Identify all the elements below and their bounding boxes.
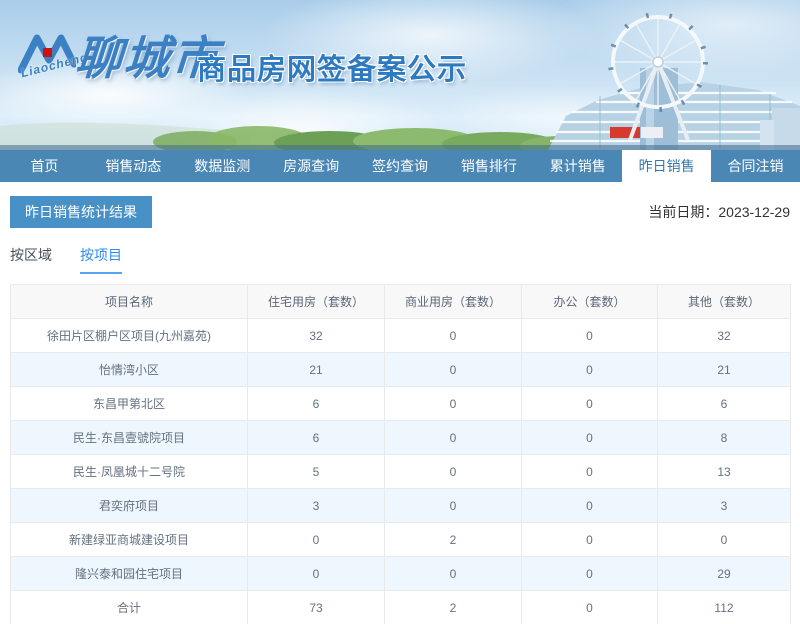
table-row: 怡情湾小区 21 0 0 21 xyxy=(10,352,791,387)
content-area: 昨日销售统计结果 当前日期：2023-12-29 按区域 按项目 项目名称 住宅用房… xyxy=(0,196,800,624)
project-name-cell: 民生·凤凰城十二号院 xyxy=(10,454,248,489)
office-count-cell: 0 xyxy=(521,352,658,387)
sales-table: 项目名称 住宅用房（套数） 商业用房（套数） 办公（套数） 其他（套数） 徐田片区棚户区… xyxy=(10,284,791,624)
other-count-cell: 13 xyxy=(657,454,791,489)
section-title-badge: 昨日销售统计结果 xyxy=(10,196,152,228)
current-date-label: 当前日期： xyxy=(648,204,719,220)
nav-item-8[interactable]: 昨日销售 xyxy=(622,150,712,182)
nav-item-7[interactable]: 累计销售 xyxy=(533,150,622,182)
other-count-cell: 32 xyxy=(657,318,791,353)
other-count-cell: 29 xyxy=(657,556,791,591)
tab-1[interactable]: 按区域 xyxy=(10,245,52,274)
nav-item-4[interactable]: 房源查询 xyxy=(267,150,356,182)
current-date-value: 2023-12-29 xyxy=(718,204,790,220)
project-name-cell: 隆兴泰和园住宅项目 xyxy=(10,556,248,591)
office-count-cell: 0 xyxy=(521,556,658,591)
project-name-cell: 新建绿亚商城建设项目 xyxy=(10,522,248,557)
commercial-count-cell: 0 xyxy=(384,556,522,591)
office-count-cell: 0 xyxy=(521,454,658,489)
page-head: 昨日销售统计结果 当前日期：2023-12-29 xyxy=(10,196,790,228)
commercial-count-cell: 2 xyxy=(384,522,522,557)
column-header: 商业用房（套数） xyxy=(384,284,522,319)
project-name-cell: 合计 xyxy=(10,590,248,624)
other-count-cell: 8 xyxy=(657,420,791,455)
office-count-cell: 0 xyxy=(521,420,658,455)
residential-count-cell: 6 xyxy=(247,420,385,455)
residential-count-cell: 5 xyxy=(247,454,385,489)
nav-item-1[interactable]: 首页 xyxy=(0,150,89,182)
tab-2[interactable]: 按项目 xyxy=(80,245,122,274)
column-header: 其他（套数） xyxy=(657,284,791,319)
commercial-count-cell: 0 xyxy=(384,386,522,421)
commercial-count-cell: 2 xyxy=(384,590,522,624)
table-row: 隆兴泰和园住宅项目 0 0 0 29 xyxy=(10,556,791,591)
residential-count-cell: 0 xyxy=(247,522,385,557)
site-banner: Liaocheng 聊城市 商品房网签备案公示 xyxy=(0,0,800,150)
commercial-count-cell: 0 xyxy=(384,318,522,353)
residential-count-cell: 3 xyxy=(247,488,385,523)
residential-count-cell: 21 xyxy=(247,352,385,387)
main-nav: 首页 销售动态 数据监测 房源查询 签约查询 销售排行 累计销售 昨日销售 合同注销 xyxy=(0,150,800,182)
office-count-cell: 0 xyxy=(521,522,658,557)
other-count-cell: 21 xyxy=(657,352,791,387)
other-count-cell: 112 xyxy=(657,590,791,624)
project-name-cell: 君奕府项目 xyxy=(10,488,248,523)
office-count-cell: 0 xyxy=(521,590,658,624)
table-row: 新建绿亚商城建设项目 0 2 0 0 xyxy=(10,522,791,557)
project-name-cell: 东昌甲第北区 xyxy=(10,386,248,421)
table-row: 东昌甲第北区 6 0 0 6 xyxy=(10,386,791,421)
other-count-cell: 3 xyxy=(657,488,791,523)
sales-table-head: 项目名称 住宅用房（套数） 商业用房（套数） 办公（套数） 其他（套数） xyxy=(10,284,791,319)
office-count-cell: 0 xyxy=(521,386,658,421)
nav-item-9[interactable]: 合同注销 xyxy=(711,150,800,182)
column-header: 办公（套数） xyxy=(521,284,658,319)
other-count-cell: 6 xyxy=(657,386,791,421)
commercial-count-cell: 0 xyxy=(384,488,522,523)
table-row: 民生·东昌壹號院项目 6 0 0 8 xyxy=(10,420,791,455)
commercial-count-cell: 0 xyxy=(384,352,522,387)
project-name-cell: 徐田片区棚户区项目(九州嘉苑) xyxy=(10,318,248,353)
sales-table-body: 徐田片区棚户区项目(九州嘉苑) 32 0 0 32 怡情湾小区 21 0 0 21 东昌甲第北区 6 0… xyxy=(10,318,791,624)
table-row: 徐田片区棚户区项目(九州嘉苑) 32 0 0 32 xyxy=(10,318,791,353)
table-row: 君奕府项目 3 0 0 3 xyxy=(10,488,791,523)
office-count-cell: 0 xyxy=(521,488,658,523)
table-row: 民生·凤凰城十二号院 5 0 0 13 xyxy=(10,454,791,489)
project-name-cell: 怡情湾小区 xyxy=(10,352,248,387)
other-count-cell: 0 xyxy=(657,522,791,557)
residential-count-cell: 6 xyxy=(247,386,385,421)
table-row: 合计 73 2 0 112 xyxy=(10,590,791,624)
project-name-cell: 民生·东昌壹號院项目 xyxy=(10,420,248,455)
residential-count-cell: 0 xyxy=(247,556,385,591)
nav-item-2[interactable]: 销售动态 xyxy=(89,150,178,182)
site-brand: Liaocheng 聊城市 商品房网签备案公示 xyxy=(0,0,800,150)
view-tabs: 按区域 按项目 xyxy=(10,245,790,274)
office-count-cell: 0 xyxy=(521,318,658,353)
commercial-count-cell: 0 xyxy=(384,420,522,455)
nav-item-3[interactable]: 数据监测 xyxy=(178,150,267,182)
commercial-count-cell: 0 xyxy=(384,454,522,489)
nav-item-5[interactable]: 签约查询 xyxy=(356,150,445,182)
nav-item-6[interactable]: 销售排行 xyxy=(444,150,533,182)
current-date: 当前日期：2023-12-29 xyxy=(648,202,790,222)
column-header: 住宅用房（套数） xyxy=(247,284,385,319)
column-header: 项目名称 xyxy=(10,284,248,319)
residential-count-cell: 73 xyxy=(247,590,385,624)
header-row: 项目名称 住宅用房（套数） 商业用房（套数） 办公（套数） 其他（套数） xyxy=(10,284,791,319)
site-title: 商品房网签备案公示 xyxy=(197,54,468,86)
residential-count-cell: 32 xyxy=(247,318,385,353)
